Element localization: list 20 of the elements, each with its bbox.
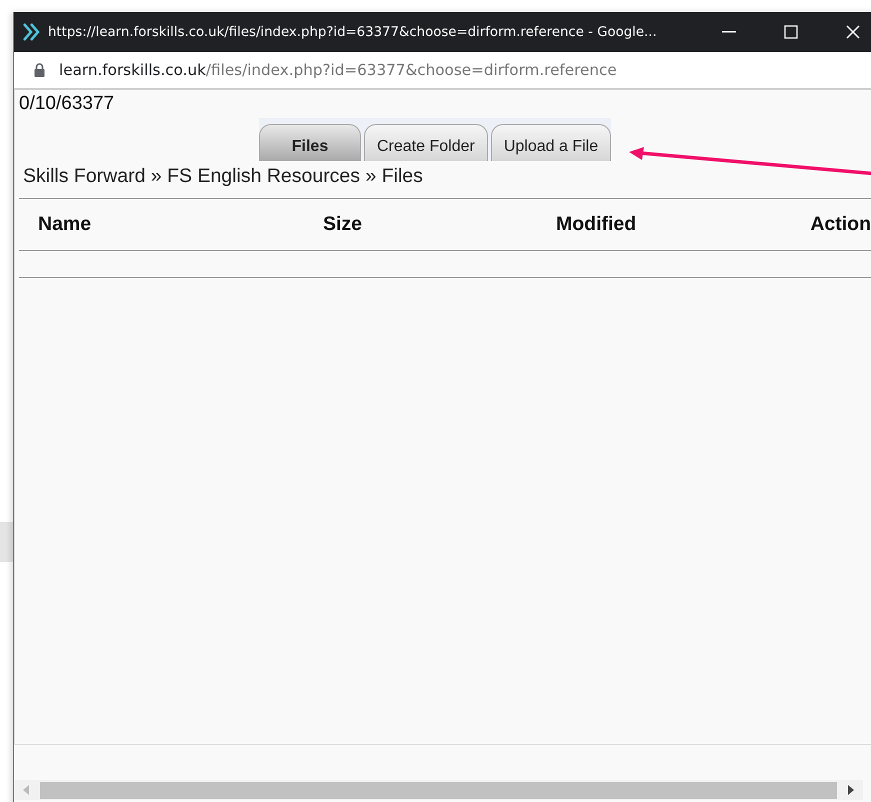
horizontal-scrollbar[interactable] [14,780,863,800]
tab[interactable]: Create Folder [364,124,488,161]
column-header: Size [323,213,364,236]
lock-icon [34,63,45,77]
breadcrumb: Skills Forward » FS English Resources » Files [19,161,871,199]
url-text: learn.forskills.co.uk/files/index.php?id=63377&choose=dirform.reference [59,61,617,79]
tab[interactable]: Files [259,124,361,161]
window-title: https://learn.forskills.co.uk/files/index.php?id=63377&choose=dirform.reference - Google... [48,24,658,40]
maximize-icon [784,25,798,39]
scroll-left-icon[interactable] [22,785,30,795]
column-header: Action [810,213,871,236]
scroll-right-icon[interactable] [847,785,855,795]
close-icon [846,25,860,39]
tab[interactable]: Upload a File [490,124,612,161]
chevron-icon [22,23,42,41]
folder-path: 0/10/63377 [19,92,116,116]
scrollbar-thumb[interactable] [40,782,837,798]
minimize-icon [722,31,736,33]
column-header: Name [38,213,92,236]
column-header: Modified [556,213,638,236]
